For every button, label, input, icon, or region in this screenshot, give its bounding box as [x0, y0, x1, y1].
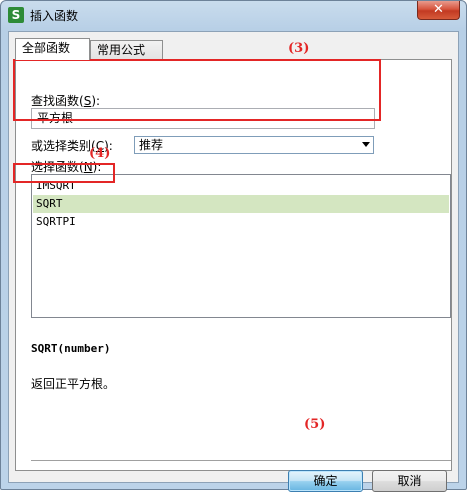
- tab-label: 全部函数: [22, 41, 71, 55]
- cancel-button[interactable]: 取消: [372, 470, 447, 492]
- ok-button[interactable]: 确定: [288, 470, 363, 492]
- ok-button-label: 确定: [313, 474, 338, 488]
- cancel-button-label: 取消: [397, 474, 422, 488]
- tab-common-formulas[interactable]: 常用公式: [90, 40, 163, 59]
- annotation-label-5: (5): [304, 417, 326, 432]
- chevron-down-icon: [362, 142, 370, 147]
- function-signature: SQRT(number): [31, 342, 111, 355]
- annotation-label-3: (3): [288, 41, 310, 56]
- function-listbox[interactable]: IMSQRT SQRT SQRTPI: [31, 174, 451, 318]
- window-title: 插入函数: [30, 9, 79, 23]
- category-select[interactable]: 推荐: [134, 136, 374, 154]
- annotation-label-4: (4): [89, 146, 111, 161]
- divider: [31, 460, 451, 462]
- title-bar[interactable]: S 插入函数 ✕: [1, 1, 466, 31]
- tab-label: 常用公式: [97, 43, 146, 57]
- function-description: 返回正平方根。: [31, 377, 116, 391]
- list-item-sqrtpi[interactable]: SQRTPI: [33, 213, 449, 231]
- close-button[interactable]: ✕: [417, 1, 460, 20]
- wps-spreadsheet-icon: S: [8, 7, 24, 23]
- category-label-prefix: 或选择类别(: [31, 139, 96, 153]
- list-item-sqrt[interactable]: SQRT: [33, 195, 449, 213]
- close-icon: ✕: [433, 2, 444, 17]
- insert-function-dialog: S 插入函数 ✕ 全部函数 常用公式 查找函数(S): 平方根 或选择类别(C)…: [0, 0, 467, 492]
- category-selected-value: 推荐: [139, 138, 164, 152]
- annotation-box-search: [13, 59, 381, 121]
- tab-all-functions[interactable]: 全部函数: [15, 38, 90, 60]
- annotation-box-sqrt: [13, 163, 115, 183]
